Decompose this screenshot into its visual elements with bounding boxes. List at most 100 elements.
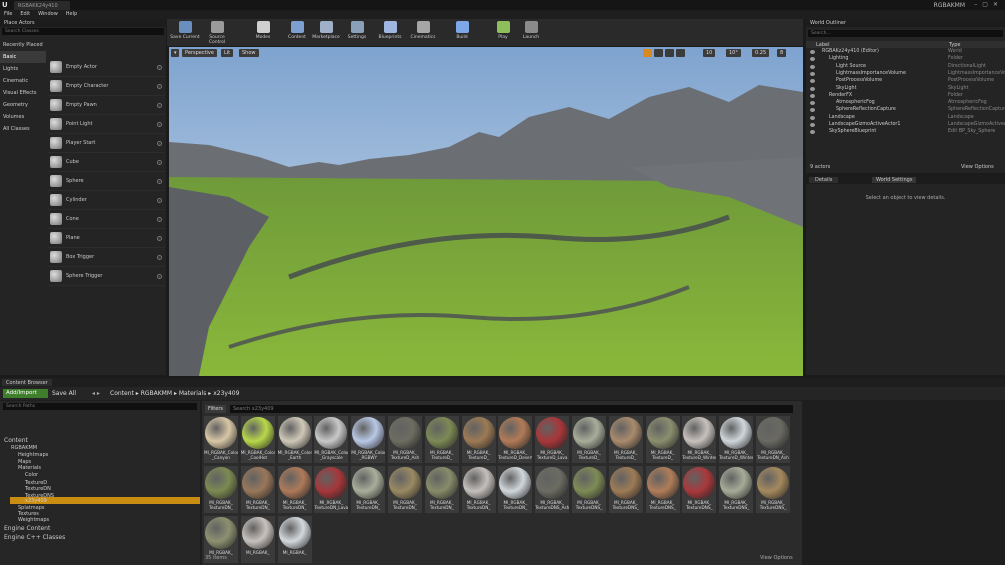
camera-speed-value[interactable]: 8 xyxy=(777,49,787,57)
toolbar-blueprints[interactable]: Blueprints xyxy=(374,20,406,45)
asset-tile[interactable]: MI_RGBAK_ TextureDN_Ash xyxy=(756,416,790,463)
actor-item[interactable]: Sphere Trigger? xyxy=(47,267,165,286)
asset-tile[interactable]: MI_RGBAK_Color _RGBWY xyxy=(351,416,386,463)
visibility-eye-icon[interactable] xyxy=(810,115,815,120)
folder-item[interactable]: Weightmaps xyxy=(18,517,49,523)
toolbar-settings[interactable]: Settings xyxy=(341,20,373,45)
asset-search-input[interactable]: Search x23y409 xyxy=(230,405,793,413)
asset-tile[interactable]: MI_RGBAK_ TextureDNS_ xyxy=(719,466,754,513)
actor-item[interactable]: Empty Actor? xyxy=(47,58,165,77)
menu-window[interactable]: Window xyxy=(34,10,62,18)
toolbar-cinematics[interactable]: Cinematics xyxy=(407,20,439,45)
folder-item[interactable]: Color xyxy=(25,472,38,478)
asset-tile[interactable]: MI_RGBAK_ TextureD_ xyxy=(424,416,459,463)
help-icon[interactable]: ? xyxy=(157,159,162,165)
outliner-row[interactable]: LightmassImportanceVolume LightmassImport… xyxy=(806,71,1005,78)
outliner-row[interactable]: RenderFX Folder xyxy=(806,93,1005,100)
crumb-materials[interactable]: Materials xyxy=(179,390,207,397)
search-paths-input[interactable]: Search Paths xyxy=(3,403,197,410)
actor-item[interactable]: Player Start? xyxy=(47,134,165,153)
visibility-eye-icon[interactable] xyxy=(810,101,815,106)
outliner-row[interactable]: SphereReflectionCapture SphereReflectionC… xyxy=(806,107,1005,114)
folder-item[interactable]: Content xyxy=(4,437,28,444)
outliner-view-options[interactable]: View Options xyxy=(961,164,994,170)
show-button[interactable]: Show xyxy=(239,49,259,57)
menu-help[interactable]: Help xyxy=(62,10,81,18)
asset-tile[interactable]: MI_RGBAK_ TextureD_ xyxy=(608,416,643,463)
lit-button[interactable]: Lit xyxy=(221,49,234,57)
menu-edit[interactable]: Edit xyxy=(16,10,34,18)
asset-tile[interactable]: MI_RGBAK_ TextureDN_ xyxy=(277,466,312,513)
outliner-search-input[interactable]: Search... xyxy=(808,30,1003,37)
viewport-menu-button[interactable]: ▾ xyxy=(171,49,179,57)
folder-item[interactable]: TextureDN xyxy=(25,486,51,492)
outliner-row[interactable]: LandscapeGizmoActiveActor1 LandscapeGizmo… xyxy=(806,122,1005,129)
category-5[interactable]: Geometry xyxy=(0,99,46,111)
search-classes-input[interactable]: Search Classes xyxy=(2,28,164,35)
category-1[interactable]: Basic xyxy=(0,51,46,63)
actor-item[interactable]: Point Light? xyxy=(47,115,165,134)
outliner-row[interactable]: RGBAKz24y410 (Editor) World xyxy=(806,49,1005,56)
help-icon[interactable]: ? xyxy=(157,216,162,222)
toolbar-save-current[interactable]: Save Current xyxy=(169,20,201,45)
asset-tile[interactable]: MI_RGBAK_ TextureDN_ xyxy=(388,466,422,513)
help-icon[interactable]: ? xyxy=(157,235,162,241)
outliner-row[interactable]: PostProcessVolume PostProcessVolume xyxy=(806,78,1005,85)
asset-tile[interactable]: MI_RGBAK_ TextureD_ xyxy=(572,416,606,463)
col-label[interactable]: Label xyxy=(816,42,830,48)
outliner-row[interactable]: Lighting Folder xyxy=(806,56,1005,63)
help-icon[interactable]: ? xyxy=(157,197,162,203)
help-icon[interactable]: ? xyxy=(157,121,162,127)
world-local-icon[interactable] xyxy=(676,49,685,57)
toolbar-build[interactable]: Build xyxy=(446,20,478,45)
asset-tile[interactable]: MI_RGBAK_ TextureDN_ xyxy=(461,466,496,513)
outliner-row[interactable]: SkySphereBlueprint Edit BP_Sky_Sphere xyxy=(806,129,1005,136)
tab-details[interactable]: Details xyxy=(809,177,839,183)
col-type[interactable]: Type xyxy=(949,42,960,48)
category-0[interactable]: Recently Placed xyxy=(0,39,46,51)
visibility-eye-icon[interactable] xyxy=(810,50,815,54)
asset-tile[interactable]: MI_RGBAK_ TextureDN_ xyxy=(240,466,275,513)
folder-item[interactable]: Heightmaps xyxy=(18,452,48,458)
scale-snap-value[interactable]: 0.25 xyxy=(752,49,770,57)
visibility-eye-icon[interactable] xyxy=(810,123,815,127)
help-icon[interactable]: ? xyxy=(157,102,162,108)
category-4[interactable]: Visual Effects xyxy=(0,87,46,99)
grid-snap-value[interactable]: 10 xyxy=(703,49,716,57)
category-7[interactable]: All Classes xyxy=(0,123,46,135)
add-import-button[interactable]: Add/Import xyxy=(3,389,48,398)
asset-tile[interactable]: MI_RGBAK_ TextureD_Ash xyxy=(388,416,422,463)
asset-tile[interactable]: MI_RGBAK_ TextureDNS_ xyxy=(572,466,606,513)
filters-button[interactable]: Filters xyxy=(205,405,226,413)
asset-tile[interactable]: MI_RGBAK_ TextureD_Lava xyxy=(535,416,570,463)
visibility-eye-icon[interactable] xyxy=(810,86,815,91)
actor-item[interactable]: Cone? xyxy=(47,210,165,229)
toolbar-modes[interactable]: Modes xyxy=(247,20,279,45)
toolbar-marketplace[interactable]: Marketplace xyxy=(310,20,342,45)
asset-tile[interactable]: MI_RGBAK_ TextureDNS_ xyxy=(682,466,717,513)
asset-tile[interactable]: MI_RGBAK_ TextureDN_ xyxy=(424,466,459,513)
asset-tile[interactable]: MI_RGBAK_Color _Grayscale xyxy=(314,416,349,463)
crumb-rgbakmm[interactable]: RGBAKMM xyxy=(141,390,172,397)
visibility-eye-icon[interactable] xyxy=(810,108,815,113)
folder-item[interactable]: Engine Content xyxy=(4,525,50,532)
category-2[interactable]: Lights xyxy=(0,63,46,75)
asset-tile[interactable]: MI_RGBAK_ TextureD_Desert xyxy=(498,416,533,463)
actor-item[interactable]: Cube? xyxy=(47,153,165,172)
rotation-snap-value[interactable]: 10° xyxy=(726,49,741,57)
actor-item[interactable]: Empty Pawn? xyxy=(47,96,165,115)
help-icon[interactable]: ? xyxy=(157,178,162,184)
tab-world-settings[interactable]: World Settings xyxy=(872,177,917,183)
window-controls[interactable]: –▢✕ xyxy=(974,1,1003,8)
category-3[interactable]: Cinematic xyxy=(0,75,46,87)
crumb-content[interactable]: Content xyxy=(110,390,134,397)
asset-tile[interactable]: MI_RGBAK_Color _CoolHot xyxy=(240,416,275,463)
actor-item[interactable]: Cylinder? xyxy=(47,191,165,210)
folder-item[interactable]: Engine C++ Classes xyxy=(4,534,65,541)
actor-item[interactable]: Box Trigger? xyxy=(47,248,165,267)
asset-tile[interactable]: MI_RGBAK_ TextureDN_ xyxy=(351,466,386,513)
asset-tile[interactable]: MI_RGBAK_Color _Earth xyxy=(277,416,312,463)
visibility-eye-icon[interactable] xyxy=(810,130,815,135)
outliner-row[interactable]: Landscape Landscape xyxy=(806,115,1005,122)
asset-tile[interactable]: MI_RGBAK_ TextureDN_ xyxy=(498,466,533,513)
